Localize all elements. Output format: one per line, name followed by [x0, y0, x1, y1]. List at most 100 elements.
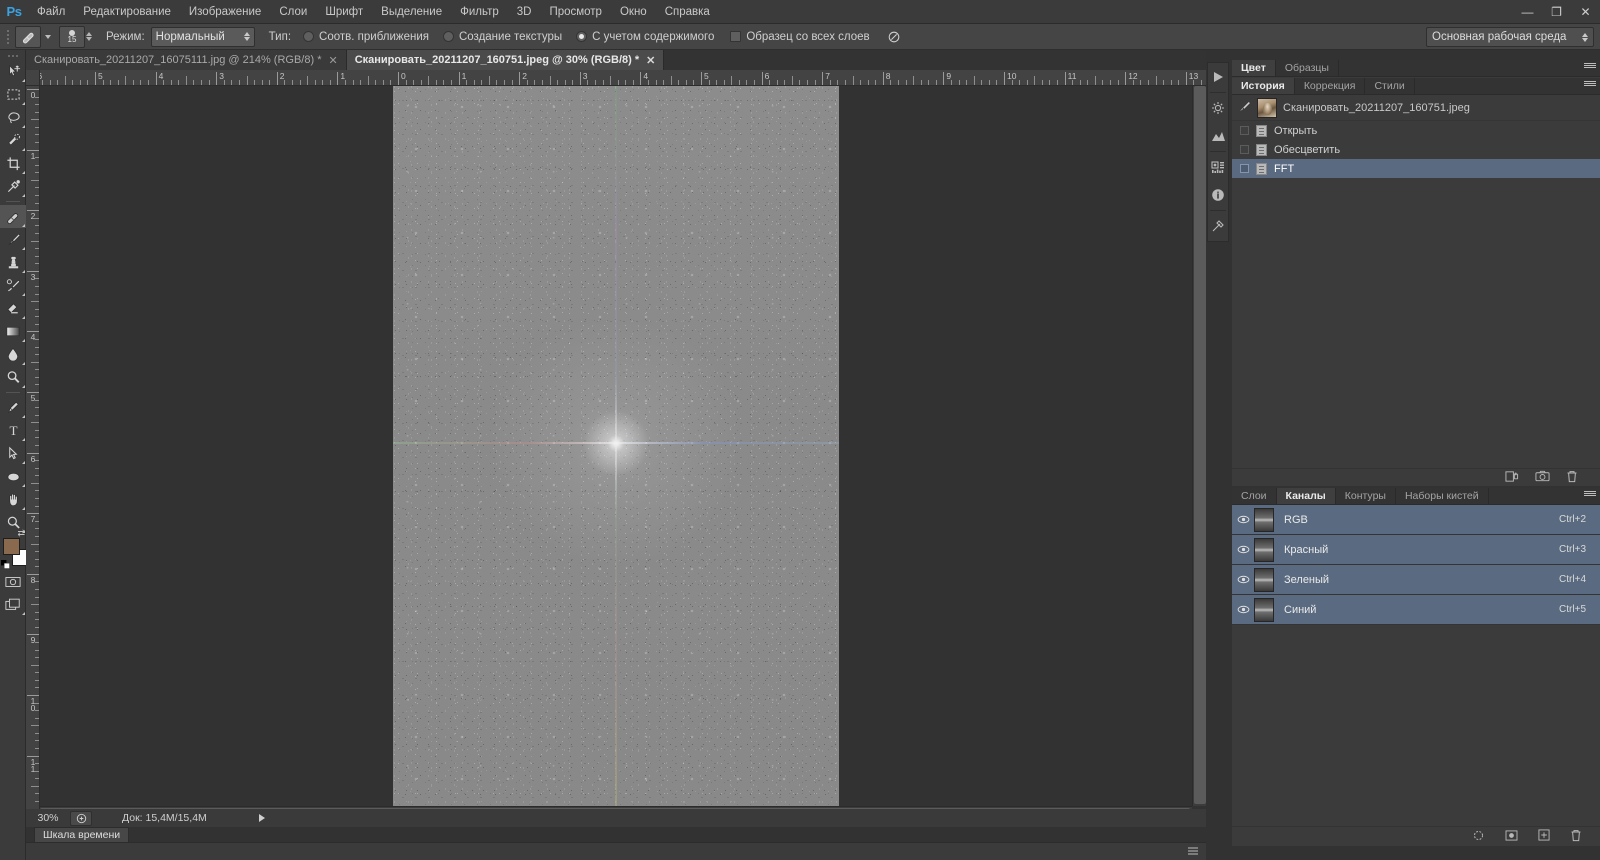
tab-brush-presets[interactable]: Наборы кистей	[1396, 488, 1489, 504]
tab-channels[interactable]: Каналы	[1277, 488, 1336, 504]
radio-create-texture[interactable]: Создание текстуры	[443, 31, 562, 43]
tab-adjustments[interactable]: Коррекция	[1295, 78, 1366, 94]
curves-icon[interactable]	[1208, 122, 1228, 150]
toolbar-gripper[interactable]	[0, 52, 25, 60]
document-tab-1[interactable]: Сканировать_20211207_16075111.jpg @ 214%…	[26, 50, 347, 70]
fft-spectrum-image[interactable]	[393, 86, 839, 808]
load-channel-as-selection-button[interactable]	[1472, 830, 1485, 844]
history-state-fft[interactable]: FFT	[1232, 159, 1600, 178]
tab-history[interactable]: История	[1232, 78, 1295, 94]
maximize-button[interactable]: ❐	[1542, 0, 1571, 24]
timeline-panel-menu-icon[interactable]	[1188, 847, 1200, 860]
menu-layers[interactable]: Слои	[270, 0, 316, 24]
tab-layers[interactable]: Слои	[1232, 488, 1277, 504]
menu-type[interactable]: Шрифт	[316, 0, 372, 24]
menu-edit[interactable]: Редактирование	[74, 0, 180, 24]
delete-state-button[interactable]	[1566, 470, 1578, 486]
menu-select[interactable]: Выделение	[372, 0, 451, 24]
blend-mode-select[interactable]: Нормальный	[151, 27, 255, 47]
pen-tool[interactable]	[0, 396, 26, 419]
document-tab-2-close-icon[interactable]: ✕	[646, 54, 655, 67]
channel-green-visibility-eye-icon[interactable]	[1232, 575, 1254, 584]
vertical-scrollbar-thumb[interactable]	[1194, 86, 1206, 804]
crop-tool[interactable]	[0, 152, 26, 175]
menu-view[interactable]: Просмотр	[540, 0, 611, 24]
tab-swatches[interactable]: Образцы	[1276, 60, 1339, 76]
channels-panel-menu-icon[interactable]	[1584, 491, 1596, 502]
rectangular-marquee-tool[interactable]	[0, 83, 26, 106]
channel-red-visibility-eye-icon[interactable]	[1232, 545, 1254, 554]
brush-size-stepper[interactable]	[86, 32, 92, 41]
pressure-size-toggle-icon[interactable]	[884, 27, 904, 47]
menu-help[interactable]: Справка	[656, 0, 719, 24]
close-button[interactable]: ✕	[1571, 0, 1600, 24]
vertical-ruler[interactable]: 0123456789101112	[26, 86, 40, 820]
menu-3d[interactable]: 3D	[508, 0, 541, 24]
tab-paths[interactable]: Контуры	[1336, 488, 1396, 504]
radio-content-aware[interactable]: С учетом содержимого	[576, 31, 714, 43]
quick-selection-tool[interactable]	[0, 129, 26, 152]
workspace-select[interactable]: Основная рабочая среда	[1426, 27, 1594, 47]
actions-play-icon[interactable]	[1208, 63, 1228, 91]
options-bar-gripper[interactable]	[4, 26, 12, 48]
move-tool[interactable]	[0, 60, 26, 83]
quick-mask-mode-button[interactable]	[0, 570, 26, 593]
tab-styles[interactable]: Стили	[1365, 78, 1414, 94]
document-tab-2[interactable]: Сканировать_20211207_160751.jpeg @ 30% (…	[347, 50, 665, 70]
adjustments-icon[interactable]	[1208, 212, 1228, 240]
active-tool-spot-healing-brush-icon[interactable]	[15, 26, 41, 48]
horizontal-ruler[interactable]: 654321012345678910111213	[40, 70, 1206, 86]
preview-mode-icon[interactable]	[70, 811, 92, 826]
spot-healing-brush-tool[interactable]	[0, 205, 26, 228]
history-panel-menu-icon[interactable]	[1584, 81, 1596, 92]
clone-stamp-tool[interactable]	[0, 251, 26, 274]
blur-tool[interactable]	[0, 343, 26, 366]
ellipse-shape-tool[interactable]	[0, 465, 26, 488]
history-brush-tool[interactable]	[0, 274, 26, 297]
menu-file[interactable]: Файл	[28, 0, 74, 24]
create-new-channel-button[interactable]	[1538, 829, 1550, 844]
brightness-sun-icon[interactable]	[1208, 94, 1228, 122]
type-tool[interactable]: T	[0, 419, 26, 442]
new-snapshot-button[interactable]	[1535, 470, 1550, 485]
eyedropper-tool[interactable]	[0, 175, 26, 198]
document-tab-1-close-icon[interactable]: ✕	[328, 54, 337, 67]
channel-blue-visibility-eye-icon[interactable]	[1232, 605, 1254, 614]
channel-row-blue[interactable]: Синий Ctrl+5	[1232, 595, 1600, 625]
brush-size-preview[interactable]: 15	[59, 26, 85, 48]
lasso-tool[interactable]	[0, 106, 26, 129]
menu-image[interactable]: Изображение	[180, 0, 270, 24]
menu-filter[interactable]: Фильтр	[451, 0, 508, 24]
save-selection-as-channel-button[interactable]	[1505, 830, 1518, 844]
delete-channel-button[interactable]	[1570, 829, 1582, 845]
history-state-open[interactable]: Открыть	[1232, 121, 1600, 140]
path-selection-tool[interactable]	[0, 442, 26, 465]
sample-all-layers-checkbox[interactable]: Образец со всех слоев	[730, 31, 869, 43]
history-state-desaturate-checkbox[interactable]	[1240, 145, 1249, 154]
canvas-vertical-scrollbar[interactable]	[1192, 86, 1206, 806]
tool-preset-chevron-down-icon[interactable]	[45, 35, 51, 39]
foreground-color-swatch[interactable]	[3, 538, 20, 555]
tab-color[interactable]: Цвет	[1232, 60, 1276, 76]
ruler-origin-corner[interactable]	[26, 70, 40, 86]
history-state-desaturate[interactable]: Обесцветить	[1232, 140, 1600, 159]
color-panel-menu-icon[interactable]	[1584, 63, 1596, 74]
channel-row-green[interactable]: Зеленый Ctrl+4	[1232, 565, 1600, 595]
histogram-icon[interactable]	[1208, 153, 1228, 181]
canvas-area[interactable]	[40, 86, 1206, 820]
timeline-panel-tab[interactable]: Шкала времени	[34, 827, 129, 842]
new-document-from-state-button[interactable]	[1505, 470, 1519, 486]
history-snapshot-row[interactable]: Сканировать_20211207_160751.jpeg	[1232, 95, 1600, 121]
channel-rgb-visibility-eye-icon[interactable]	[1232, 515, 1254, 524]
dodge-tool[interactable]	[0, 366, 26, 389]
hand-tool[interactable]	[0, 488, 26, 511]
menu-window[interactable]: Окно	[611, 0, 656, 24]
default-colors-icon[interactable]	[1, 560, 10, 569]
brush-tool[interactable]	[0, 228, 26, 251]
screen-mode-button[interactable]	[0, 593, 26, 616]
history-state-fft-checkbox[interactable]	[1240, 164, 1249, 173]
gradient-tool[interactable]	[0, 320, 26, 343]
eraser-tool[interactable]	[0, 297, 26, 320]
radio-proximity-match[interactable]: Соотв. приближения	[303, 31, 429, 43]
channel-row-red[interactable]: Красный Ctrl+3	[1232, 535, 1600, 565]
